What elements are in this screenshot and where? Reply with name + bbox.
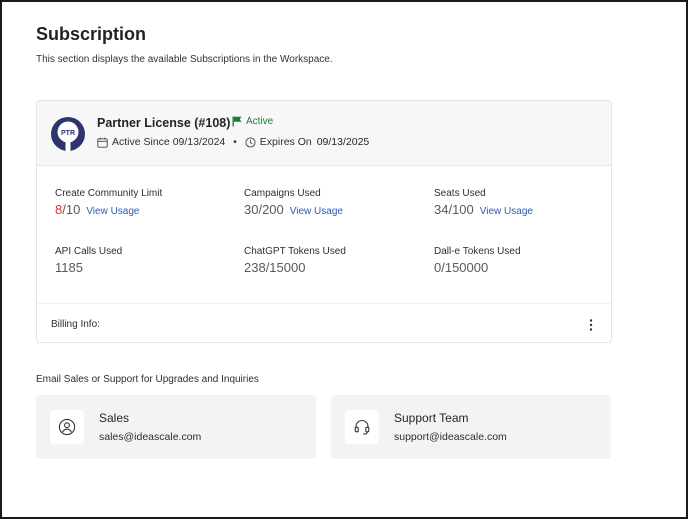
flag-icon: [232, 116, 242, 127]
stat-label: Seats Used: [434, 188, 486, 199]
clock-icon: [245, 136, 256, 148]
sales-email[interactable]: sales@ideascale.com: [99, 431, 201, 443]
stat-value: 30 /200 View Usage: [244, 202, 343, 217]
calendar-icon: [97, 137, 108, 148]
stat-limit: /200: [258, 202, 284, 217]
sales-name: Sales: [99, 411, 130, 425]
stat-campaigns-used: Campaigns Used 30 /200 View Usage: [244, 188, 343, 217]
status-badge: Active: [232, 116, 273, 127]
stat-community-limit: Create Community Limit 8 /10 View Usage: [55, 188, 162, 217]
billing-info-label: Billing Info:: [51, 319, 100, 330]
stat-label: Campaigns Used: [244, 188, 321, 199]
stat-value: 1185: [55, 260, 83, 275]
stat-limit: /100: [448, 202, 474, 217]
support-name: Support Team: [394, 411, 469, 425]
expires-label: Expires On: [259, 136, 312, 148]
stat-used: 8: [55, 202, 63, 217]
headset-icon: [354, 419, 370, 435]
contact-heading: Email Sales or Support for Upgrades and …: [36, 374, 259, 385]
status-text: Active: [246, 116, 274, 127]
sales-contact-card[interactable]: Sales sales@ideascale.com: [36, 395, 316, 459]
sales-icon-box: [50, 410, 84, 444]
subscription-card-header: PTR Partner License (#108) Active Active…: [37, 101, 611, 166]
subscription-card: PTR Partner License (#108) Active Active…: [36, 100, 612, 343]
stat-api-calls: API Calls Used 1185: [55, 246, 122, 275]
app-window: Subscription This section displays the a…: [0, 0, 688, 519]
active-since: Active Since 09/13/2024: [112, 136, 226, 148]
page-title: Subscription: [36, 24, 147, 44]
support-email[interactable]: support@ideascale.com: [394, 431, 507, 443]
expires-date: 09/13/2025: [316, 136, 370, 148]
stat-value: 238/15000: [244, 260, 306, 275]
more-options-icon[interactable]: [587, 318, 595, 332]
stat-value: 34 /100 View Usage: [434, 202, 533, 217]
logo-text: PTR: [61, 130, 75, 137]
license-meta: Active Since 09/13/2024 • Expires On 09/…: [97, 136, 369, 148]
view-usage-link-seats[interactable]: View Usage: [480, 206, 533, 217]
stat-chatgpt-tokens: ChatGPT Tokens Used 238/15000: [244, 246, 346, 275]
billing-info-row: Billing Info:: [37, 303, 611, 342]
user-circle-icon: [58, 418, 76, 436]
separator-dot: •: [233, 136, 237, 148]
page-description: This section displays the available Subs…: [36, 54, 333, 65]
license-title: Partner License (#108): [97, 116, 231, 130]
view-usage-link-campaigns[interactable]: View Usage: [290, 206, 343, 217]
stat-label: Dall-e Tokens Used: [434, 246, 521, 257]
stat-value: 0/150000: [434, 260, 489, 275]
stat-dalle-tokens: Dall-e Tokens Used 0/150000: [434, 246, 521, 275]
stat-value: 8 /10 View Usage: [55, 202, 162, 217]
support-icon-box: [345, 410, 379, 444]
stat-label: ChatGPT Tokens Used: [244, 246, 346, 257]
support-contact-card[interactable]: Support Team support@ideascale.com: [331, 395, 611, 459]
view-usage-link-community[interactable]: View Usage: [86, 206, 139, 217]
stat-label: Create Community Limit: [55, 188, 163, 199]
stat-limit: /10: [62, 202, 81, 217]
stat-label: API Calls Used: [55, 246, 123, 257]
stat-seats-used: Seats Used 34 /100 View Usage: [434, 188, 533, 217]
stat-used: 34: [434, 202, 449, 217]
partner-logo-icon: PTR: [51, 117, 85, 151]
stat-used: 30: [244, 202, 259, 217]
